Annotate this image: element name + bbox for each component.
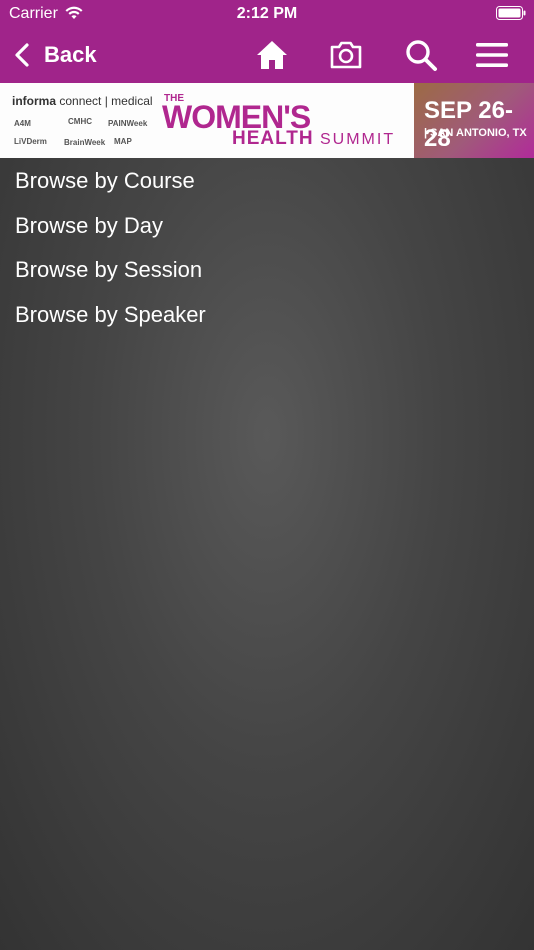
app-header: Carrier 2:12 PM Back xyxy=(0,0,534,83)
browse-by-session-item[interactable]: Browse by Session xyxy=(0,247,534,292)
event-banner[interactable]: informa connect | medical A4M CMHC PAINW… xyxy=(0,83,534,158)
title-health: HEALTH xyxy=(232,128,314,149)
informa-logo: informa connect | medical xyxy=(12,94,153,108)
clock: 2:12 PM xyxy=(236,5,298,22)
menu-icon[interactable] xyxy=(474,37,510,73)
battery-icon xyxy=(496,6,526,20)
chevron-left-icon xyxy=(15,43,29,67)
navigation-bar: Back xyxy=(0,28,534,83)
summit-title: THE WOMEN'S HEALTH SUMMIT xyxy=(160,91,410,151)
home-icon[interactable] xyxy=(254,37,290,73)
event-location: | SAN ANTONIO, TX xyxy=(424,127,527,139)
browse-by-speaker-item[interactable]: Browse by Speaker xyxy=(0,292,534,337)
browse-by-day-item[interactable]: Browse by Day xyxy=(0,203,534,248)
partner-logo-a4m: A4M xyxy=(14,119,31,128)
back-label: Back xyxy=(44,42,97,67)
title-summit: SUMMIT xyxy=(320,131,396,148)
partner-logo-map: MAP xyxy=(114,137,132,146)
browse-content: Browse by Course Browse by Day Browse by… xyxy=(0,158,534,950)
search-icon[interactable] xyxy=(403,37,439,73)
informa-medical: | medical xyxy=(104,94,153,108)
camera-icon[interactable] xyxy=(328,37,364,73)
sponsor-logos: informa connect | medical A4M CMHC PAINW… xyxy=(6,89,156,153)
browse-list: Browse by Course Browse by Day Browse by… xyxy=(0,158,534,336)
partner-logo-cmhc: CMHC xyxy=(68,117,92,126)
informa-connect: connect xyxy=(59,94,102,108)
event-date-block: SEP 26-28 | SAN ANTONIO, TX xyxy=(414,83,534,158)
partner-logo-painweek: PAINWeek xyxy=(108,119,148,128)
partner-logo-livderm: LiVDerm xyxy=(14,137,47,146)
partner-logo-brainweek: BrainWeek xyxy=(64,138,106,147)
informa-wordmark: informa xyxy=(12,94,57,108)
event-date: SEP 26-28 xyxy=(424,97,513,152)
browse-by-course-item[interactable]: Browse by Course xyxy=(0,158,534,203)
back-button[interactable]: Back xyxy=(12,38,97,72)
status-bar: Carrier 2:12 PM xyxy=(0,0,534,28)
